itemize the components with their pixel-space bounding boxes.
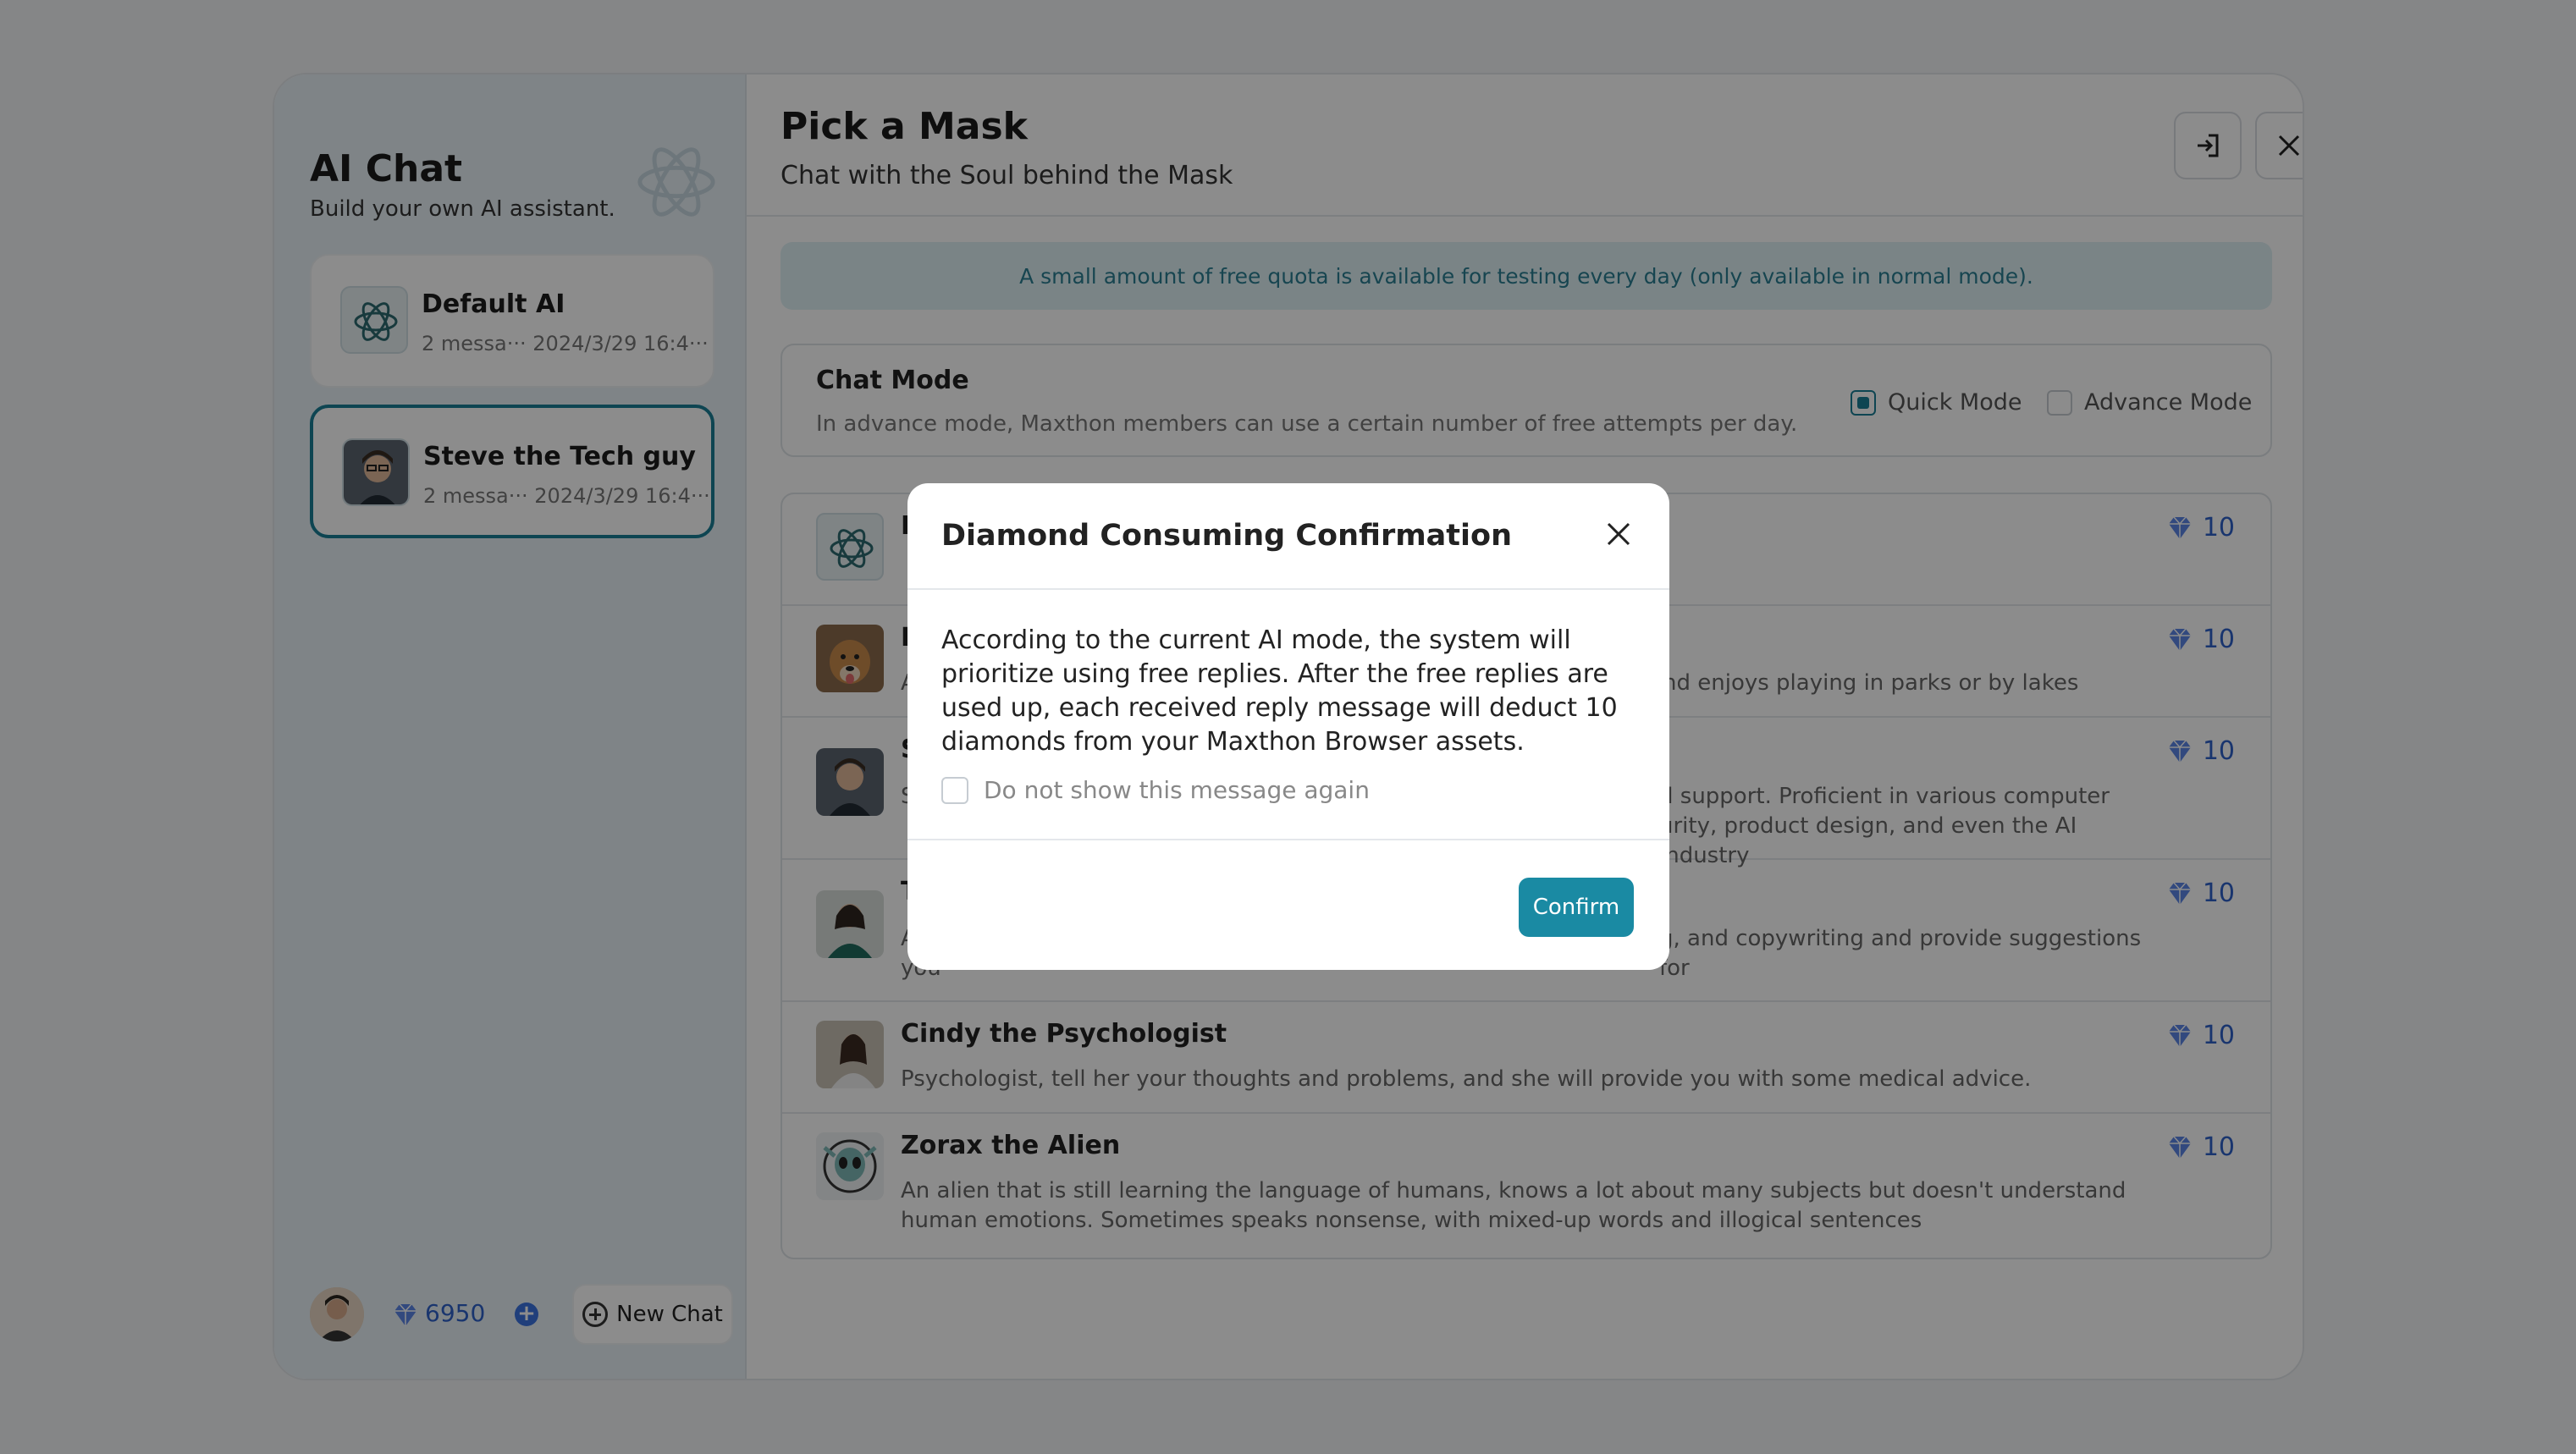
confirm-button[interactable]: Confirm [1519, 878, 1634, 937]
dialog-message: According to the current AI mode, the sy… [941, 625, 1618, 757]
dialog-title: Diamond Consuming Confirmation [941, 519, 1512, 553]
do-not-show-option[interactable]: Do not show this message again [941, 776, 1370, 804]
do-not-show-label: Do not show this message again [984, 776, 1370, 804]
close-icon[interactable] [1600, 515, 1637, 553]
dialog-divider [907, 588, 1669, 590]
do-not-show-checkbox[interactable] [941, 776, 968, 804]
confirmation-dialog: Diamond Consuming Confirmation According… [907, 483, 1669, 970]
dialog-divider [907, 839, 1669, 840]
